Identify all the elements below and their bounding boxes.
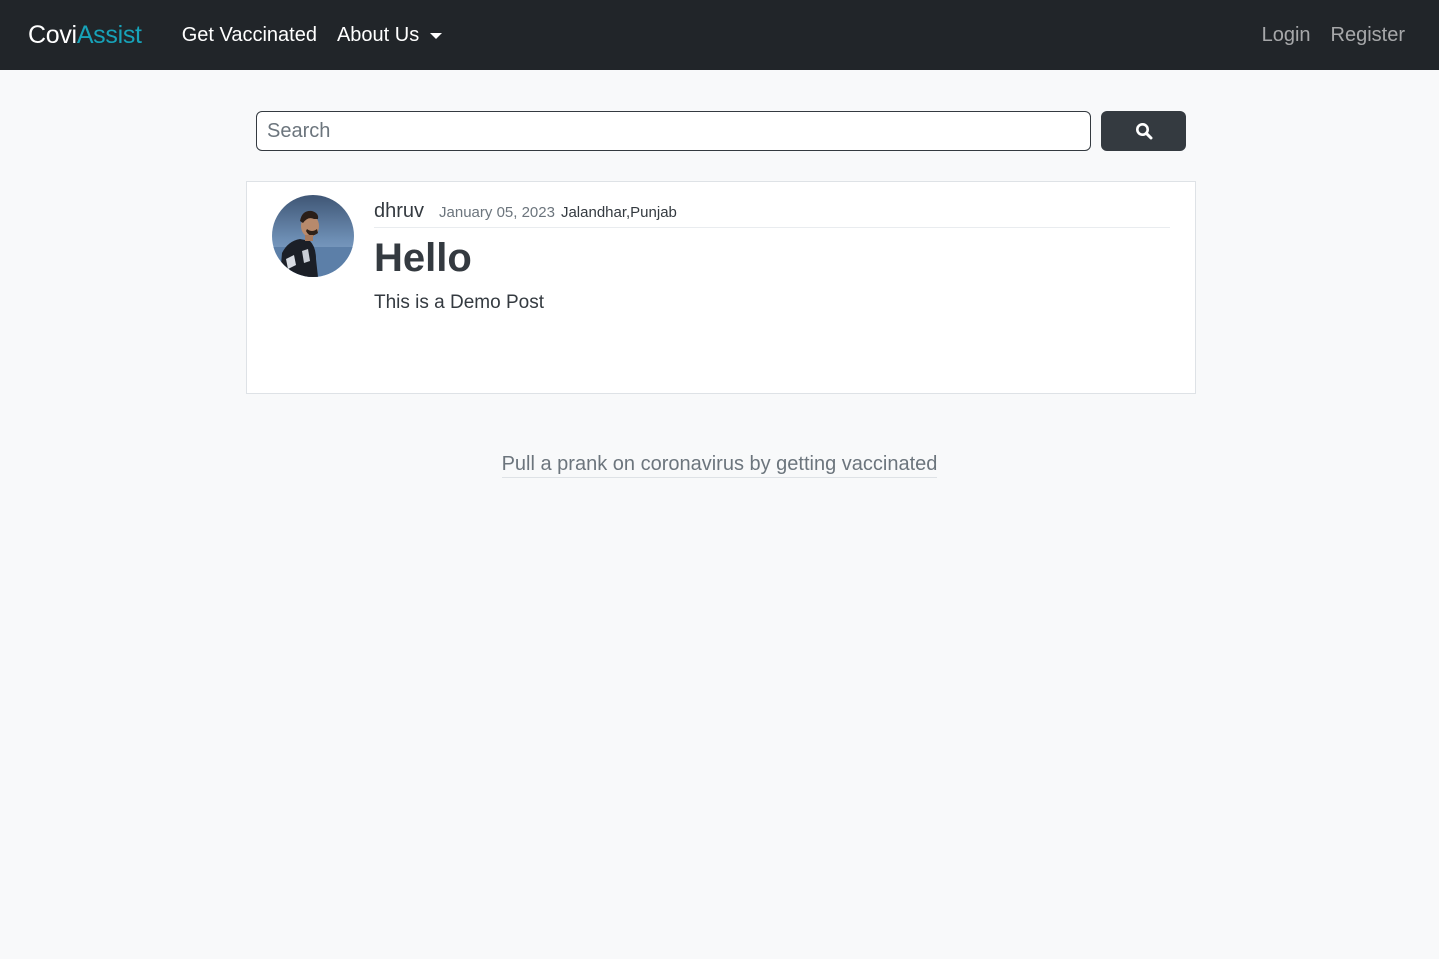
avatar-photo [272, 195, 354, 277]
nav-register[interactable]: Register [1331, 24, 1405, 47]
nav-get-vaccinated[interactable]: Get Vaccinated [182, 24, 317, 47]
avatar[interactable] [272, 195, 354, 277]
post-author[interactable]: dhruv [374, 200, 424, 223]
post-date: January 05, 2023 [439, 204, 555, 221]
caret-down-icon [430, 33, 443, 39]
search-button[interactable] [1101, 111, 1186, 151]
post-text: This is a Demo Post [374, 292, 544, 313]
search-input[interactable] [256, 111, 1091, 151]
navbar: CoviAssist Get Vaccinated About Us Login… [0, 0, 1439, 70]
search-form [256, 111, 1186, 151]
tagline-link[interactable]: Pull a prank on coronavirus by getting v… [501, 453, 938, 478]
post-card: dhruv January 05, 2023 Jalandhar,Punjab … [246, 181, 1196, 394]
brand-text-assist: Assist [76, 20, 142, 49]
brand-text-covi: Covi [28, 20, 77, 49]
post-body: dhruv January 05, 2023 Jalandhar,Punjab … [374, 200, 1170, 314]
post-location: Jalandhar,Punjab [560, 204, 677, 221]
search-icon [1135, 123, 1152, 140]
nav-about-us-label: About Us [336, 23, 420, 46]
nav-about-us-dropdown[interactable]: About Us [336, 23, 443, 47]
nav-right: Login Register [1262, 24, 1405, 47]
post-title: Hello [374, 236, 472, 280]
brand-logo[interactable]: CoviAssist [28, 21, 142, 50]
tagline-container: Pull a prank on coronavirus by getting v… [0, 453, 1439, 478]
nav-login[interactable]: Login [1262, 24, 1311, 47]
post-meta: dhruv January 05, 2023 Jalandhar,Punjab [374, 200, 1170, 228]
nav-left: Get Vaccinated About Us [182, 24, 443, 47]
